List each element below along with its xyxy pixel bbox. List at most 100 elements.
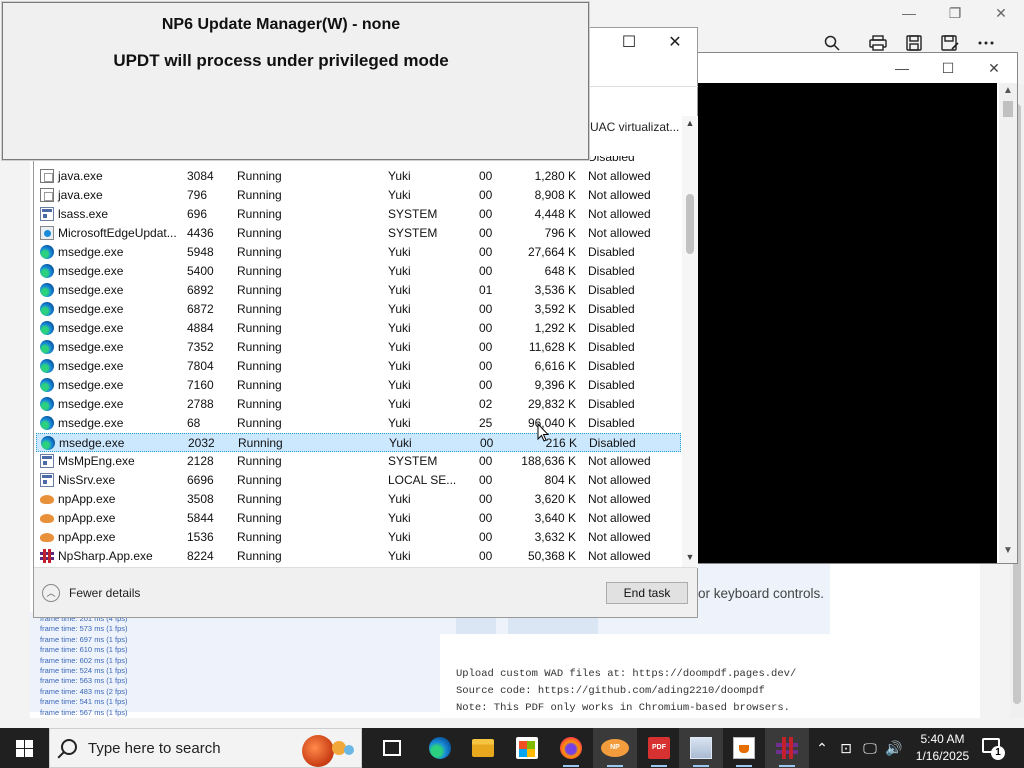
process-name: msedge.exe xyxy=(58,359,124,373)
process-row[interactable]: npApp.exe 5844 Running Yuki 00 3,640 K Not all… xyxy=(36,509,681,528)
process-status: Running xyxy=(237,397,282,411)
console-close-button[interactable]: ✕ xyxy=(974,57,1014,79)
process-uac: Not allowed xyxy=(588,549,651,563)
column-header-uac[interactable]: UAC virtualizat... xyxy=(590,120,679,134)
scroll-up-icon[interactable]: ▲ xyxy=(682,118,698,132)
process-memory: 50,368 K xyxy=(527,549,576,563)
scrollbar-thumb[interactable] xyxy=(1003,101,1013,117)
process-row[interactable]: msedge.exe 6872 Running Yuki 00 3,592 K Disabl… xyxy=(36,300,681,319)
process-cpu: 00 xyxy=(479,549,493,563)
console-titlebar[interactable]: — ☐ ✕ xyxy=(694,53,1017,83)
process-row[interactable]: npApp.exe 1536 Running Yuki 00 3,632 K Not all… xyxy=(36,528,681,547)
process-user: Yuki xyxy=(388,397,411,411)
taskbar-java[interactable] xyxy=(722,728,766,768)
process-cpu: 00 xyxy=(479,321,493,335)
console-minimize-button[interactable]: — xyxy=(882,57,922,79)
process-row[interactable]: MicrosoftEdgeUpdat... 4436 Running SYSTEM 00… xyxy=(36,224,681,243)
taskbar-file-explorer[interactable] xyxy=(461,728,505,768)
network-icon[interactable]: 🖵 xyxy=(860,738,880,758)
process-row[interactable]: lsass.exe 696 Running SYSTEM 00 4,448 K Not al… xyxy=(36,205,681,224)
process-name: msedge.exe xyxy=(58,302,124,316)
browser-minimize-button[interactable]: — xyxy=(886,2,932,24)
process-memory: 796 K xyxy=(544,226,576,240)
process-row[interactable]: msedge.exe 4884 Running Yuki 00 1,292 K Disabl… xyxy=(36,319,681,338)
fewer-details-button[interactable]: ︿ Fewer details xyxy=(42,584,140,602)
notification-center-button[interactable]: 1 xyxy=(978,734,1008,762)
file-explorer-icon xyxy=(472,739,494,757)
process-name: npApp.exe xyxy=(58,511,116,525)
java-process-icon xyxy=(40,169,54,183)
task-view-button[interactable] xyxy=(370,728,414,768)
fps-line: frame time: 567 ms (1 fps) xyxy=(40,707,128,717)
process-row[interactable]: msedge.exe 2032 Running Yuki 00 216 K Disabled xyxy=(36,433,681,452)
process-row[interactable]: NpSharp.App.exe 8224 Running Yuki 00 50,368 K… xyxy=(36,547,681,566)
process-row[interactable]: msedge.exe 2788 Running Yuki 02 29,832 K Disab… xyxy=(36,395,681,414)
process-cpu: 00 xyxy=(479,492,493,506)
process-pid: 1536 xyxy=(187,530,214,544)
process-row[interactable]: MsMpEng.exe 2128 Running SYSTEM 00 188,636 K N… xyxy=(36,452,681,471)
end-task-button[interactable]: End task xyxy=(606,582,688,604)
process-row[interactable]: java.exe 3084 Running Yuki 00 1,280 K Not allo… xyxy=(36,167,681,186)
console-maximize-button[interactable]: ☐ xyxy=(928,57,968,79)
process-row[interactable]: msedge.exe 7804 Running Yuki 00 6,616 K Disabl… xyxy=(36,357,681,376)
process-user: Yuki xyxy=(388,378,411,392)
pdf-notes: Upload custom WAD files at: https://doom… xyxy=(456,666,796,717)
process-pid: 2788 xyxy=(187,397,214,411)
process-status: Running xyxy=(237,378,282,392)
console-scrollbar[interactable]: ▲ ▼ xyxy=(999,83,1017,563)
process-user: Yuki xyxy=(388,359,411,373)
process-uac: Disabled xyxy=(588,245,635,259)
process-status: Running xyxy=(237,302,282,316)
process-status: Running xyxy=(237,511,282,525)
scrollbar-thumb[interactable] xyxy=(686,194,694,254)
taskbar-edge[interactable] xyxy=(418,728,462,768)
process-pid: 7160 xyxy=(187,378,214,392)
process-row[interactable]: NisSrv.exe 6696 Running LOCAL SE... 00 804 K N… xyxy=(36,471,681,490)
process-memory: 4,448 K xyxy=(534,207,576,221)
process-row[interactable]: java.exe 796 Running Yuki 00 8,908 K Not allow… xyxy=(36,186,681,205)
process-user: SYSTEM xyxy=(388,226,438,240)
process-status: Running xyxy=(237,454,282,468)
taskbar-pdf-app[interactable]: PDF xyxy=(637,728,681,768)
process-row[interactable]: msedge.exe 5400 Running Yuki 00 648 K Disabled xyxy=(36,262,681,281)
firefox-icon xyxy=(560,737,582,759)
chevron-up-icon[interactable]: ⌃ xyxy=(812,738,832,758)
start-button[interactable] xyxy=(0,728,48,768)
process-cpu: 00 xyxy=(479,188,493,202)
taskbar-update-manager[interactable] xyxy=(679,728,723,768)
taskbar-np-app[interactable]: NP xyxy=(593,728,637,768)
process-user: Yuki xyxy=(388,416,411,430)
taskmgr-close-button[interactable]: ✕ xyxy=(653,32,697,54)
process-memory: 3,536 K xyxy=(534,283,576,297)
task-manager-footer: ︿ Fewer details End task xyxy=(34,567,697,617)
volume-icon[interactable]: 🔊 xyxy=(884,738,904,758)
process-pid: 5400 xyxy=(187,264,214,278)
process-memory: 3,592 K xyxy=(534,302,576,316)
device-icon[interactable]: ⊡ xyxy=(836,738,856,758)
taskbar-clock[interactable]: 5:40 AM 1/16/2025 xyxy=(905,731,980,765)
browser-maximize-button[interactable]: ❐ xyxy=(932,2,978,24)
scroll-down-icon[interactable]: ▼ xyxy=(682,552,698,566)
process-name: NpSharp.App.exe xyxy=(58,549,153,563)
process-table-scrollbar[interactable]: ▲ ▼ xyxy=(682,116,698,568)
process-memory: 3,632 K xyxy=(534,530,576,544)
process-row[interactable]: msedge.exe 5948 Running Yuki 00 27,664 K Disab… xyxy=(36,243,681,262)
scroll-up-icon[interactable]: ▲ xyxy=(999,85,1017,101)
console-output[interactable] xyxy=(698,83,997,563)
process-row[interactable]: npApp.exe 3508 Running Yuki 00 3,620 K Not all… xyxy=(36,490,681,509)
taskbar-search[interactable]: Type here to search xyxy=(49,728,362,768)
process-row[interactable]: msedge.exe 7352 Running Yuki 00 11,628 K Disab… xyxy=(36,338,681,357)
edge-icon xyxy=(429,737,451,759)
scroll-down-icon[interactable]: ▼ xyxy=(999,545,1017,561)
taskbar-firefox[interactable] xyxy=(549,728,593,768)
taskbar-store[interactable] xyxy=(505,728,549,768)
browser-close-button[interactable]: ✕ xyxy=(978,2,1024,24)
process-row[interactable]: msedge.exe 6892 Running Yuki 01 3,536 K Disabl… xyxy=(36,281,681,300)
process-user: Yuki xyxy=(388,340,411,354)
taskmgr-maximize-button[interactable]: ☐ xyxy=(607,32,651,54)
process-row[interactable]: msedge.exe 68 Running Yuki 25 96,040 K Disable… xyxy=(36,414,681,433)
taskbar-npsharp[interactable] xyxy=(765,728,809,768)
process-cpu: 00 xyxy=(479,226,493,240)
process-row[interactable]: msedge.exe 7160 Running Yuki 00 9,396 K Disabl… xyxy=(36,376,681,395)
np-app-icon: NP xyxy=(601,739,629,757)
